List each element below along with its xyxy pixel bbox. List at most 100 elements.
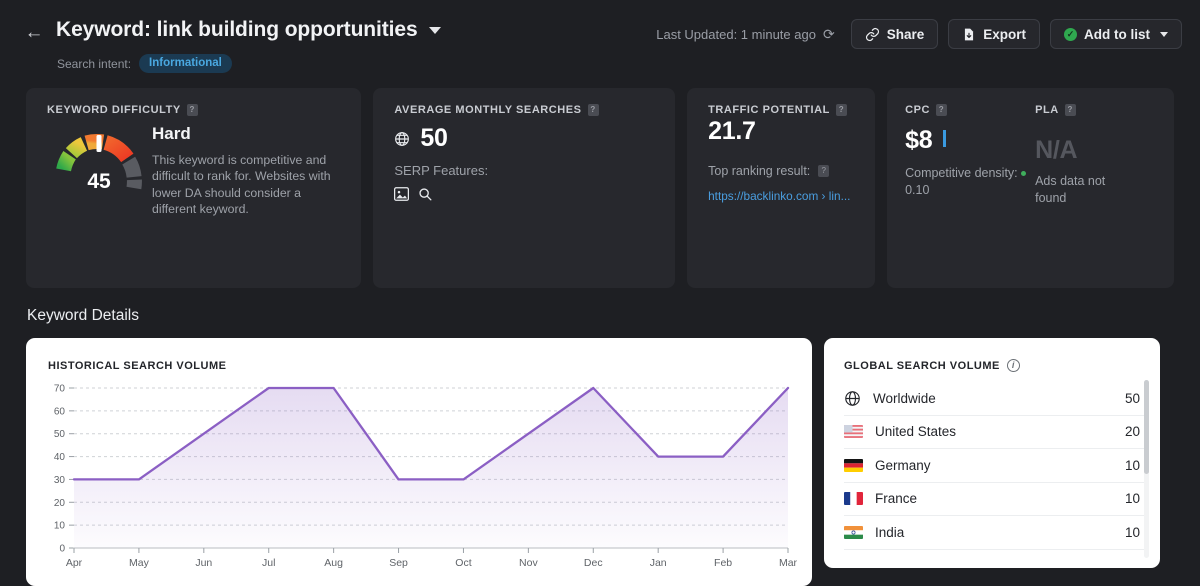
y-tick-label: 40 [54,452,66,463]
refresh-icon[interactable]: ⟳ [823,26,835,43]
country-name: France [875,491,1125,506]
x-tick-label: Sep [389,557,408,569]
gauge-svg [44,124,154,210]
globe-icon [394,131,410,147]
average-monthly-searches-label: AVERAGE MONTHLY SEARCHES [394,104,581,116]
help-icon[interactable]: ? [1065,104,1076,116]
country-volume: 20 [1125,424,1140,439]
y-tick-label: 70 [54,384,66,395]
help-icon[interactable]: ? [818,165,829,177]
flag-de-icon [844,459,863,472]
card-label: KEYWORD DIFFICULTY ? [47,104,198,116]
card-label: TRAFFIC POTENTIAL ? [708,104,847,116]
ams-value-row: 50 [394,124,447,153]
chevron-down-icon[interactable] [1160,32,1168,37]
flag-us-icon [844,425,863,438]
export-label: Export [983,27,1026,42]
keyword-details-title: Keyword Details [27,307,139,325]
export-button[interactable]: Export [948,19,1040,49]
global-search-volume-list: Worldwide50United States20Germany10Franc… [844,382,1144,550]
global-volume-row[interactable]: United States20 [844,416,1144,450]
difficulty-gauge: 45 [44,124,154,210]
x-tick-label: Jun [195,557,212,569]
traffic-potential-label: TRAFFIC POTENTIAL [708,104,830,116]
details-panels: HISTORICAL SEARCH VOLUME 010203040506070 [26,338,1160,586]
difficulty-score: 45 [44,170,154,194]
traffic-potential-card: TRAFFIC POTENTIAL ? 21.7 Top ranking res… [687,88,875,288]
ams-value: 50 [420,124,447,153]
country-volume: 10 [1125,525,1140,540]
search-intent: Search intent: Informational [57,54,232,73]
image-icon[interactable] [394,187,409,201]
help-icon[interactable]: ? [836,104,847,116]
cpc-value: $8 [905,126,932,155]
competitive-density: Competitive density: 0.10 [905,165,1055,198]
x-tick-label: Feb [714,557,732,569]
x-tick-label: Jul [262,557,275,569]
chart-area-fill [74,388,788,548]
text-cursor-icon [943,130,946,147]
keyword-difficulty-card: KEYWORD DIFFICULTY ? [26,88,361,288]
pla-value: N/A [1035,136,1170,165]
share-label: Share [887,27,925,42]
global-volume-row[interactable]: Worldwide50 [844,382,1144,416]
global-volume-row[interactable]: Germany10 [844,449,1144,483]
cpc-pla-card: CPC ? $8 Competitive density: 0.10 PLA ?… [887,88,1174,288]
x-tick-label: Apr [66,557,83,569]
page-title: Keyword: link building opportunities [56,18,418,42]
chart-svg: 010203040506070 AprMayJunJulAugSepOctNov… [40,380,800,580]
add-to-list-button[interactable]: ✓ Add to list [1050,19,1182,49]
info-icon[interactable]: i [1007,359,1020,372]
country-volume: 50 [1125,391,1140,406]
global-search-volume-card: GLOBAL SEARCH VOLUME i Worldwide50United… [824,338,1160,568]
help-icon[interactable]: ? [187,104,198,116]
x-tick-label: Mar [779,557,798,569]
country-name: United States [875,424,1125,439]
top-ranking-url[interactable]: https://backlinko.com › lin... [708,189,850,203]
help-icon[interactable]: ? [588,104,599,116]
keyword-overview-page: ← Keyword: link building opportunities S… [0,0,1200,586]
y-tick-label: 30 [54,475,66,486]
historical-search-volume-chart[interactable]: 010203040506070 AprMayJunJulAugSepOctNov… [40,380,800,580]
y-tick-label: 0 [59,544,65,555]
keyword-difficulty-label: KEYWORD DIFFICULTY [47,104,181,116]
country-name: India [875,525,1125,540]
average-monthly-searches-card: AVERAGE MONTHLY SEARCHES ? 50 SERP Featu… [373,88,675,288]
pla-note: Ads data not found [1035,173,1135,207]
search-icon[interactable] [418,187,432,201]
cpc-label: CPC [905,104,930,116]
pla-label: PLA [1035,104,1059,116]
chevron-down-icon[interactable] [429,27,441,34]
title-row: Keyword: link building opportunities [56,18,441,42]
chart-title-label: HISTORICAL SEARCH VOLUME [48,360,226,372]
top-ranking-label: Top ranking result: [708,164,810,178]
share-button[interactable]: Share [851,19,939,49]
x-tick-label: Nov [519,557,538,569]
help-icon[interactable]: ? [936,104,947,116]
y-tick-label: 50 [54,429,66,440]
last-updated: Last Updated: 1 minute ago ⟳ [656,26,834,43]
back-arrow-icon[interactable]: ← [22,20,46,44]
density-indicator-dot [1021,171,1026,176]
x-tick-label: Aug [324,557,343,569]
list-scrollbar-thumb[interactable] [1144,380,1149,474]
add-to-list-label: Add to list [1084,27,1150,42]
list-scrollbar-track[interactable] [1144,380,1149,558]
card-label: PLA ? [1035,104,1170,116]
last-updated-text: Last Updated: 1 minute ago [656,27,816,42]
chart-y-axis-labels: 010203040506070 [54,384,66,555]
chart-title: HISTORICAL SEARCH VOLUME [48,360,226,372]
competitive-density-value: 0.10 [905,183,929,197]
difficulty-text: Hard This keyword is competitive and dif… [152,124,347,218]
search-intent-badge[interactable]: Informational [139,54,232,73]
x-tick-label: Oct [455,557,471,569]
global-volume-row[interactable]: India10 [844,516,1144,550]
global-volume-row[interactable]: France10 [844,483,1144,517]
link-icon [865,27,880,42]
global-search-volume-title: GLOBAL SEARCH VOLUME i [844,359,1020,372]
y-tick-label: 10 [54,521,66,532]
page-header: ← Keyword: link building opportunities S… [0,0,1200,82]
x-tick-label: Jan [650,557,667,569]
x-tick-label: May [129,557,150,569]
country-name: Germany [875,458,1125,473]
